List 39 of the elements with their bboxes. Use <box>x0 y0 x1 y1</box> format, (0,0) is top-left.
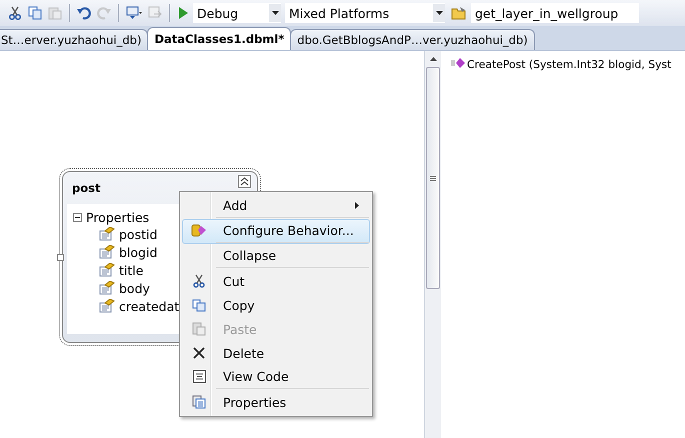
scroll-up-icon[interactable] <box>430 57 436 61</box>
menu-item[interactable]: View Code <box>182 365 370 390</box>
property-icon <box>99 299 115 313</box>
property-name[interactable]: createdat <box>119 298 180 314</box>
document-tab[interactable]: DataClasses1.dbml* <box>147 27 292 50</box>
paste-icon <box>192 322 206 336</box>
find-field[interactable]: get_layer_in_wellgroup <box>471 3 639 23</box>
platform-dropdown[interactable]: Mixed Platforms <box>285 3 445 23</box>
property-name[interactable]: title <box>119 262 144 278</box>
properties-icon <box>192 395 206 409</box>
method-label[interactable]: CreatePost (System.Int32 blogid, Syst <box>467 58 672 70</box>
cut-icon <box>193 274 205 288</box>
vertical-scrollbar[interactable] <box>424 51 441 438</box>
dropdown-arrow-icon <box>436 11 442 15</box>
property-icon <box>99 227 115 241</box>
code-icon <box>192 370 206 382</box>
menu-item[interactable]: Delete <box>182 341 370 365</box>
document-tab[interactable]: St…erver.yuzhaohui_db) <box>0 29 148 50</box>
menu-item[interactable]: Properties <box>182 390 370 414</box>
property-icon <box>99 245 115 259</box>
dropdown-arrow-icon <box>272 11 278 15</box>
configuration-dropdown[interactable]: Debug <box>193 3 281 23</box>
collapse-icon[interactable] <box>238 174 251 188</box>
delete-icon <box>193 347 205 359</box>
property-icon <box>99 281 115 295</box>
property-name[interactable]: body <box>119 280 150 296</box>
property-icon <box>99 263 115 277</box>
method-icon <box>451 57 465 71</box>
submenu-arrow-icon <box>355 202 359 208</box>
collapse-icon[interactable] <box>73 210 82 224</box>
menu-item[interactable]: Configure Behavior... <box>182 219 370 244</box>
property-name[interactable]: postid <box>119 226 158 242</box>
property-name[interactable]: blogid <box>119 244 158 260</box>
grip-icon <box>430 176 436 180</box>
copy-icon <box>192 298 206 312</box>
entity-title: post <box>72 181 100 195</box>
section-label: Properties <box>86 210 150 225</box>
resize-handle[interactable] <box>57 254 64 261</box>
document-tab[interactable]: dbo.GetBblogsAndP…ver.yuzhaohui_db) <box>290 29 535 50</box>
